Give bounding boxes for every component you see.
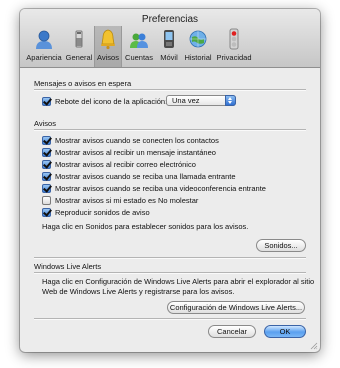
wla-description-line2: Web de Windows Live Alerts y registrarse…: [42, 287, 235, 296]
ok-button[interactable]: OK: [264, 325, 306, 338]
alert-option-do-not-disturb[interactable]: Mostrar avisos si mi estado es No molest…: [42, 195, 198, 205]
wla-section-title: Windows Live Alerts: [34, 262, 102, 271]
divider: [34, 257, 306, 259]
divider: [34, 129, 306, 131]
tab-apariencia[interactable]: Apariencia: [24, 26, 64, 67]
alert-option-email[interactable]: Mostrar avisos al recibir correo electró…: [42, 159, 196, 169]
alert-checkbox[interactable]: [42, 195, 51, 205]
divider: [34, 89, 306, 91]
general-switch-icon: [75, 30, 83, 48]
wla-description-line1: Haga clic en Configuración de Windows Li…: [42, 277, 315, 286]
tab-cuentas[interactable]: Cuentas: [122, 26, 156, 67]
select-arrows-icon: [225, 95, 236, 106]
resize-grip-icon[interactable]: [310, 342, 318, 350]
alert-option-label: Mostrar avisos si mi estado es No molest…: [55, 195, 199, 205]
mobile-phone-icon: [164, 30, 174, 48]
sounds-button[interactable]: Sonidos...: [256, 239, 306, 252]
sounds-hint: Haga clic en Sonidos para establecer son…: [42, 222, 249, 231]
tab-label: Apariencia: [26, 53, 62, 62]
alert-option-label: Mostrar avisos cuando se conecten los co…: [55, 135, 219, 145]
bounce-frequency-value: Una vez: [172, 96, 200, 105]
alert-checkbox[interactable]: [42, 171, 51, 181]
bounce-label: Rebote del icono de la aplicación:: [55, 96, 168, 106]
tab-historial[interactable]: Historial: [182, 26, 214, 67]
title-bar: Preferencias Apariencia General Avisos C…: [20, 9, 320, 68]
alert-option-play-sounds[interactable]: Reproducir sonidos de aviso: [42, 207, 150, 217]
tab-avisos[interactable]: Avisos: [94, 26, 122, 67]
bell-icon: [101, 29, 115, 50]
alert-option-instant-message[interactable]: Mostrar avisos al recibir un mensaje ins…: [42, 147, 216, 157]
bounce-frequency-select[interactable]: Una vez: [166, 95, 236, 106]
alert-option-label: Mostrar avisos cuando se reciba una llam…: [55, 171, 236, 181]
tab-movil[interactable]: Móvil: [156, 26, 182, 67]
alert-checkbox[interactable]: [42, 183, 51, 193]
tab-label: General: [65, 53, 93, 62]
apariencia-icon: [36, 30, 52, 49]
alert-option-video-conference[interactable]: Mostrar avisos cuando se reciba una vide…: [42, 183, 266, 193]
alerts-section-title: Avisos: [34, 119, 56, 128]
tab-label: Móvil: [160, 53, 178, 62]
preferences-toolbar: Apariencia General Avisos Cuentas Móvil …: [24, 26, 316, 67]
cuentas-icon: [130, 33, 148, 48]
alert-checkbox[interactable]: [42, 135, 51, 145]
alert-option-incoming-call[interactable]: Mostrar avisos cuando se reciba una llam…: [42, 171, 236, 181]
alert-option-label: Mostrar avisos al recibir correo electró…: [55, 159, 196, 169]
tab-label: Privacidad: [216, 53, 252, 62]
tab-label: Historial: [184, 53, 212, 62]
window-title: Preferencias: [141, 14, 199, 25]
divider: [34, 272, 306, 274]
alert-option-contacts-online[interactable]: Mostrar avisos cuando se conecten los co…: [42, 135, 219, 145]
alert-checkbox[interactable]: [42, 159, 51, 169]
divider: [34, 318, 306, 320]
alert-option-label: Mostrar avisos cuando se reciba una vide…: [55, 183, 266, 193]
alert-checkbox[interactable]: [42, 207, 51, 217]
alert-option-label: Mostrar avisos al recibir un mensaje ins…: [55, 147, 216, 157]
wla-config-button[interactable]: Configuración de Windows Live Alerts...: [167, 301, 305, 314]
preferences-window: Preferencias Apariencia General Avisos C…: [20, 9, 320, 352]
cancel-button[interactable]: Cancelar: [208, 325, 256, 338]
history-globe-icon: [189, 30, 207, 48]
tab-privacidad[interactable]: Privacidad: [214, 26, 254, 67]
alert-option-label: Reproducir sonidos de aviso: [55, 207, 150, 217]
tab-label: Cuentas: [125, 53, 153, 62]
bounce-icon-option[interactable]: Rebote del icono de la aplicación:: [42, 96, 167, 106]
bounce-checkbox[interactable]: [42, 96, 51, 106]
alert-checkbox[interactable]: [42, 147, 51, 157]
privacy-traffic-light-icon: [229, 28, 239, 50]
avisos-pane: Mensajes o avisos en espera Rebote del i…: [20, 68, 320, 352]
messages-section-title: Mensajes o avisos en espera: [34, 79, 132, 88]
tab-label: Avisos: [97, 53, 119, 62]
tab-general[interactable]: General: [64, 26, 94, 67]
